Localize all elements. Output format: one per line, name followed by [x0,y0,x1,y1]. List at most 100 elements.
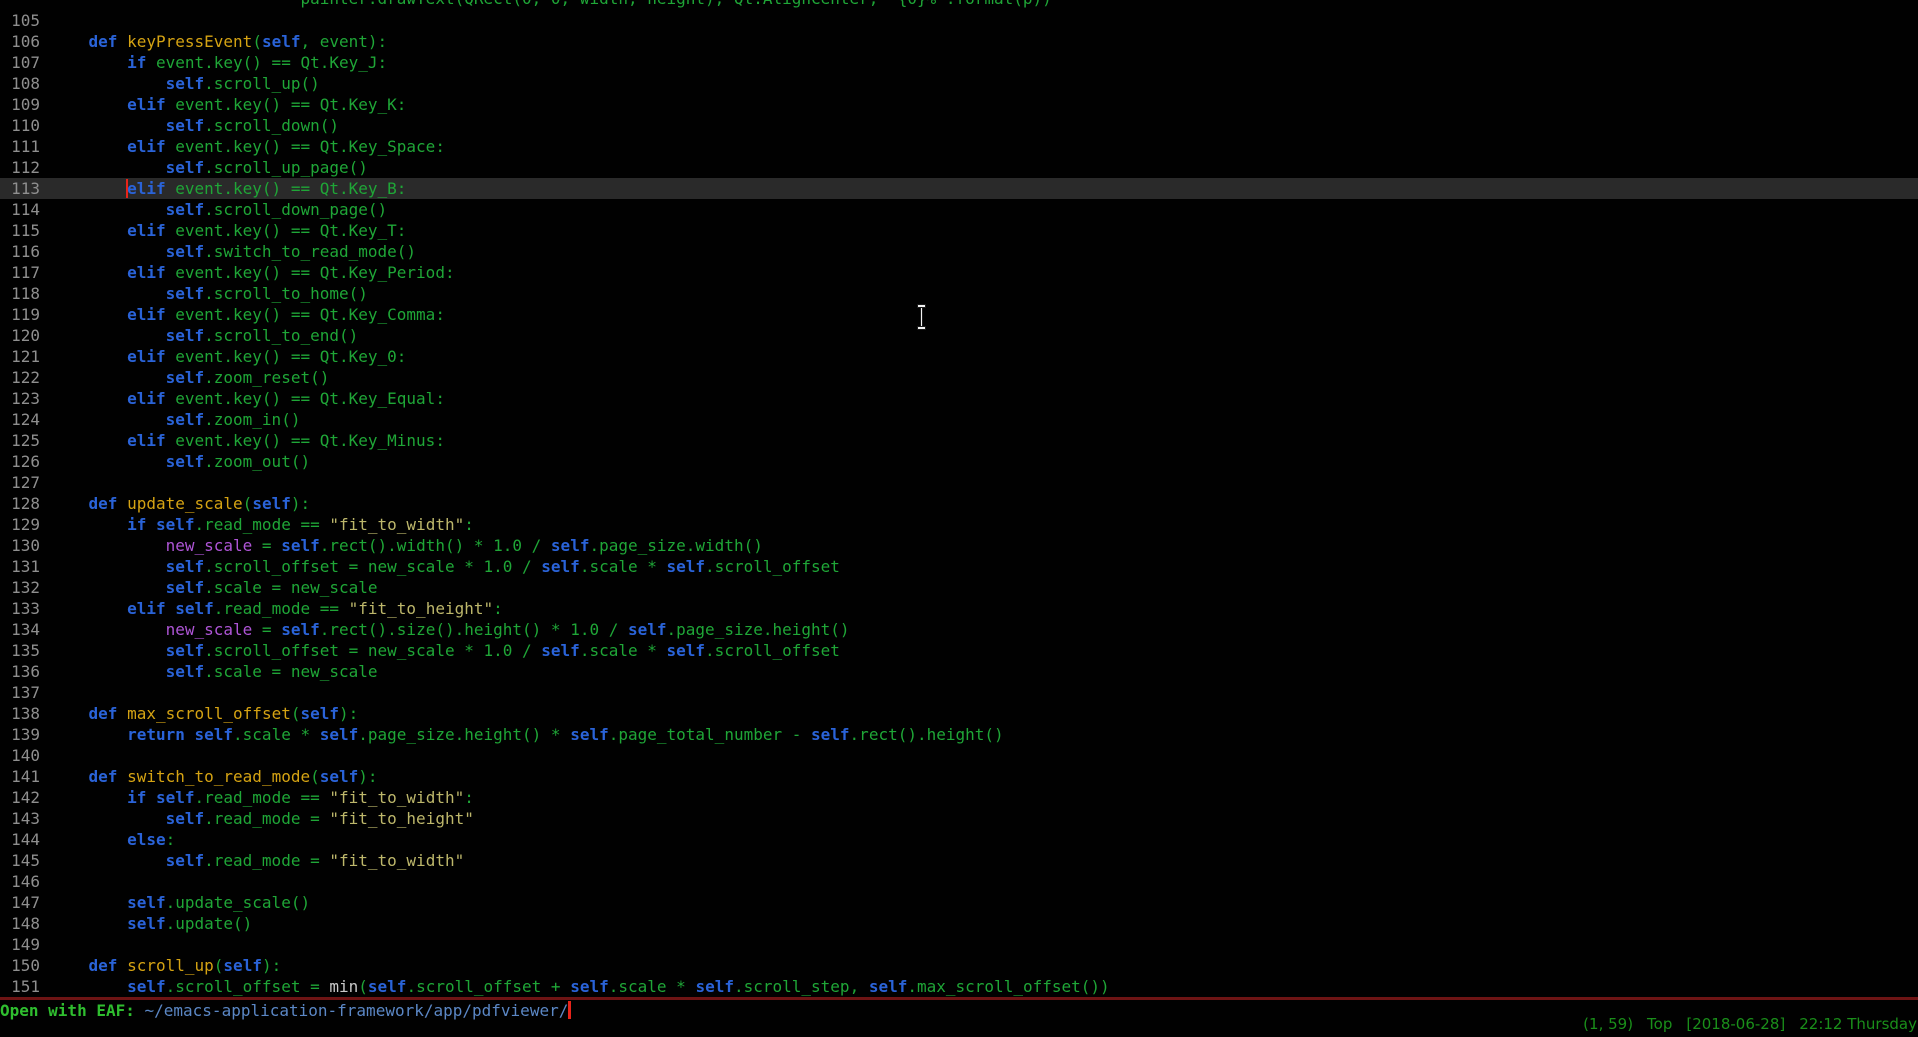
code-line-111[interactable]: 111 elif event.key() == Qt.Key_Space: [0,136,1918,157]
code-line-144[interactable]: 144 else: [0,829,1918,850]
code-line-110[interactable]: 110 self.scroll_down() [0,115,1918,136]
line-code-text: self.update() [50,913,252,934]
line-number: 129 [0,514,40,535]
code-line-131[interactable]: 131 self.scroll_offset = new_scale * 1.0… [0,556,1918,577]
code-line-137[interactable]: 137 [0,682,1918,703]
line-number: 141 [0,766,40,787]
code-line-127[interactable]: 127 [0,472,1918,493]
code-line-114[interactable]: 114 self.scroll_down_page() [0,199,1918,220]
line-number: 110 [0,115,40,136]
code-line-151[interactable]: 151 self.scroll_offset = min(self.scroll… [0,976,1918,997]
line-code-text: self.scroll_to_end() [50,325,358,346]
minibuffer[interactable]: Open with EAF: ~/emacs-application-frame… [0,1000,1918,1037]
line-code-text: self.scroll_up() [50,73,320,94]
code-line-135[interactable]: 135 self.scroll_offset = new_scale * 1.0… [0,640,1918,661]
line-number: 117 [0,262,40,283]
line-code-text: self.scroll_up_page() [50,157,368,178]
line-code-text: self.zoom_reset() [50,367,329,388]
code-line-147[interactable]: 147 self.update_scale() [0,892,1918,913]
code-line-148[interactable]: 148 self.update() [0,913,1918,934]
code-line-138[interactable]: 138 def max_scroll_offset(self): [0,703,1918,724]
code-line-118[interactable]: 118 self.scroll_to_home() [0,283,1918,304]
line-number: 125 [0,430,40,451]
code-line-105[interactable]: 105 [0,10,1918,31]
line-number: 138 [0,703,40,724]
line-number: 115 [0,220,40,241]
code-line-143[interactable]: 143 self.read_mode = "fit_to_height" [0,808,1918,829]
line-number: 109 [0,94,40,115]
line-code-text: self.read_mode = "fit_to_height" [50,808,474,829]
code-line-115[interactable]: 115 elif event.key() == Qt.Key_T: [0,220,1918,241]
code-line-108[interactable]: 108 self.scroll_up() [0,73,1918,94]
code-line-128[interactable]: 128 def update_scale(self): [0,493,1918,514]
line-code-text: elif event.key() == Qt.Key_0: [50,346,406,367]
minibuffer-input[interactable]: ~/emacs-application-framework/app/pdfvie… [145,1001,569,1020]
code-line-119[interactable]: 119 elif event.key() == Qt.Key_Comma: [0,304,1918,325]
code-line-124[interactable]: 124 self.zoom_in() [0,409,1918,430]
line-number: 140 [0,745,40,766]
line-code-text: def switch_to_read_mode(self): [50,766,378,787]
code-line-130[interactable]: 130 new_scale = self.rect().width() * 1.… [0,535,1918,556]
line-code-text: def keyPressEvent(self, event): [50,31,387,52]
line-number: 123 [0,388,40,409]
line-number: 112 [0,157,40,178]
code-line-139[interactable]: 139 return self.scale * self.page_size.h… [0,724,1918,745]
code-line-109[interactable]: 109 elif event.key() == Qt.Key_K: [0,94,1918,115]
line-number: 128 [0,493,40,514]
line-code-text: self.scroll_down_page() [50,199,387,220]
code-line-149[interactable]: 149 [0,934,1918,955]
code-line-141[interactable]: 141 def switch_to_read_mode(self): [0,766,1918,787]
code-line-112[interactable]: 112 self.scroll_up_page() [0,157,1918,178]
line-number: 137 [0,682,40,703]
line-number: 108 [0,73,40,94]
code-editor[interactable]: 105106 def keyPressEvent(self, event):10… [0,10,1918,997]
code-line-125[interactable]: 125 elif event.key() == Qt.Key_Minus: [0,430,1918,451]
line-number: 150 [0,955,40,976]
line-number: 127 [0,472,40,493]
line-number: 149 [0,934,40,955]
line-code-text: elif event.key() == Qt.Key_T: [50,220,406,241]
code-line-126[interactable]: 126 self.zoom_out() [0,451,1918,472]
line-code-text: elif event.key() == Qt.Key_Equal: [50,388,445,409]
code-line-146[interactable]: 146 [0,871,1918,892]
line-code-text: self.update_scale() [50,892,310,913]
code-line-136[interactable]: 136 self.scale = new_scale [0,661,1918,682]
code-line-142[interactable]: 142 if self.read_mode == "fit_to_width": [0,787,1918,808]
line-code-text: def update_scale(self): [50,493,310,514]
line-code-text: self.scroll_to_home() [50,283,368,304]
line-number: 114 [0,199,40,220]
line-number: 142 [0,787,40,808]
code-line-123[interactable]: 123 elif event.key() == Qt.Key_Equal: [0,388,1918,409]
code-line-116[interactable]: 116 self.switch_to_read_mode() [0,241,1918,262]
code-line-120[interactable]: 120 self.scroll_to_end() [0,325,1918,346]
code-line-129[interactable]: 129 if self.read_mode == "fit_to_width": [0,514,1918,535]
line-number: 132 [0,577,40,598]
code-line-117[interactable]: 117 elif event.key() == Qt.Key_Period: [0,262,1918,283]
line-code-text: self.scale = new_scale [50,577,378,598]
tray-date: [2018-06-28] [1686,1015,1785,1033]
line-code-text: self.scale = new_scale [50,661,378,682]
line-number: 107 [0,52,40,73]
line-code-text: new_scale = self.rect().width() * 1.0 / … [50,535,763,556]
mouse-ibeam-cursor [915,303,929,331]
line-code-text: else: [50,829,175,850]
code-line-107[interactable]: 107 if event.key() == Qt.Key_J: [0,52,1918,73]
code-line-150[interactable]: 150 def scroll_up(self): [0,955,1918,976]
line-code-text: if self.read_mode == "fit_to_width": [50,787,474,808]
code-line-113[interactable]: 113 elif event.key() == Qt.Key_B: [0,178,1918,199]
line-number: 113 [0,178,40,199]
code-line-134[interactable]: 134 new_scale = self.rect().size().heigh… [0,619,1918,640]
code-line-132[interactable]: 132 self.scale = new_scale [0,577,1918,598]
code-line-106[interactable]: 106 def keyPressEvent(self, event): [0,31,1918,52]
line-code-text: self.switch_to_read_mode() [50,241,416,262]
code-line-140[interactable]: 140 [0,745,1918,766]
line-number: 119 [0,304,40,325]
clipped-top-code-line: painter.drawText(QRect(0, 0, width, heig… [0,0,1918,10]
line-code-text: elif self.read_mode == "fit_to_height": [50,598,503,619]
code-line-145[interactable]: 145 self.read_mode = "fit_to_width" [0,850,1918,871]
code-line-121[interactable]: 121 elif event.key() == Qt.Key_0: [0,346,1918,367]
line-number: 130 [0,535,40,556]
code-line-133[interactable]: 133 elif self.read_mode == "fit_to_heigh… [0,598,1918,619]
line-code-text: elif event.key() == Qt.Key_Comma: [50,304,445,325]
code-line-122[interactable]: 122 self.zoom_reset() [0,367,1918,388]
